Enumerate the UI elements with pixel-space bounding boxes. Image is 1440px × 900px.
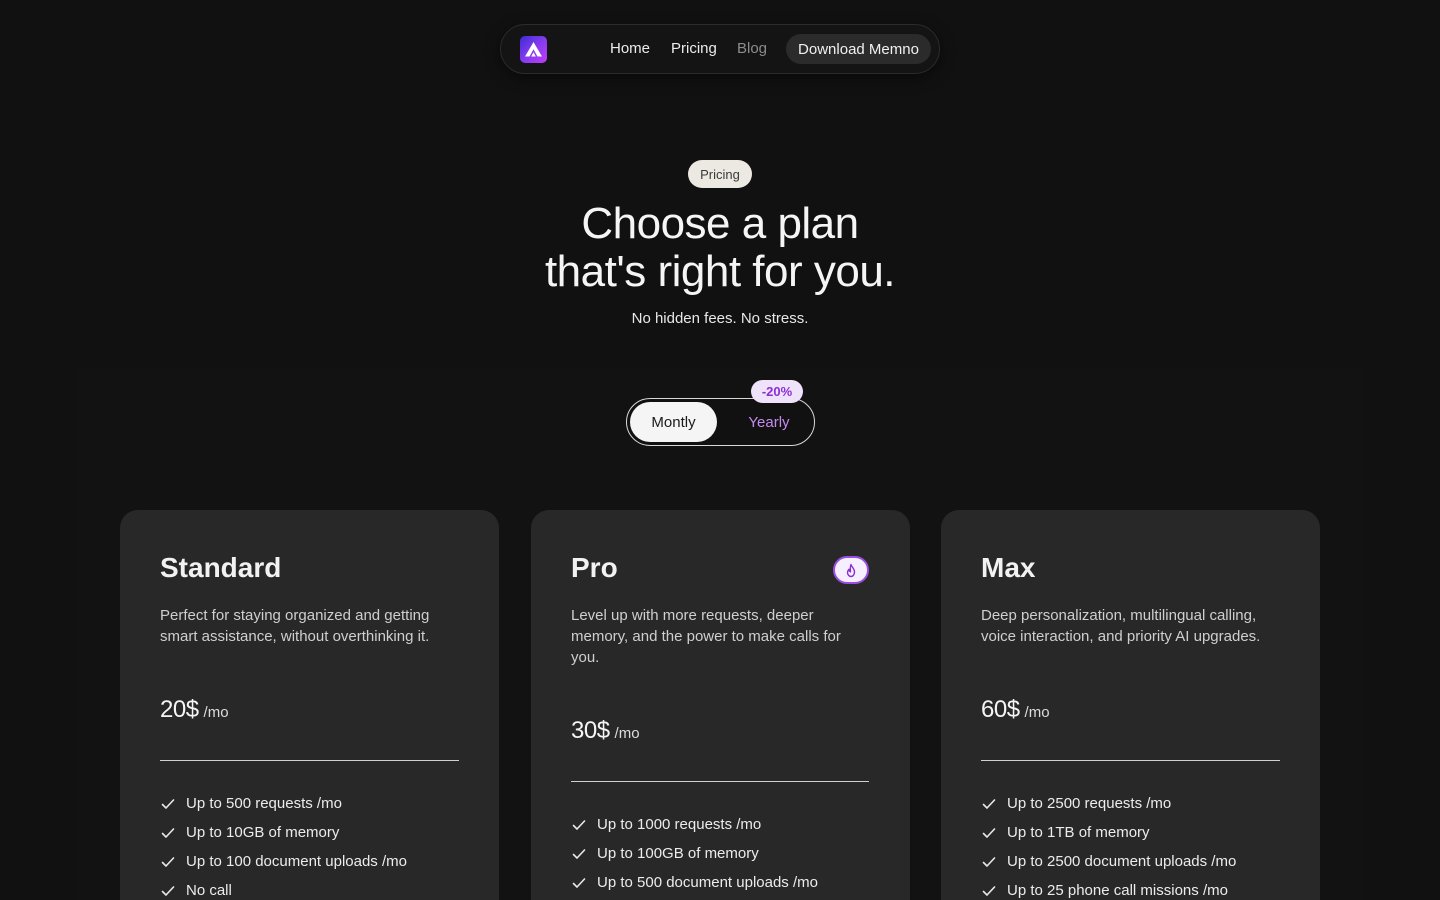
plan-feature: Up to 500 document uploads /mo xyxy=(571,868,818,897)
plan-description: Perfect for staying organized and gettin… xyxy=(160,607,430,645)
plan-name: Max xyxy=(981,552,1036,583)
plan-price-row: 20$ /mo xyxy=(160,696,229,724)
check-icon xyxy=(571,875,587,891)
plan-feature: Up to 10GB of memory xyxy=(160,818,407,847)
plan-name: Pro xyxy=(571,552,618,583)
plan-feature: Up to 1000 requests /mo xyxy=(571,810,818,839)
plan-feature-text: Up to 10GB of memory xyxy=(186,824,340,841)
plan-card-pro: Pro Level up with more requests, deeper … xyxy=(531,510,910,900)
page-title: Choose a plan that's right for you. xyxy=(0,200,1440,296)
plan-card-standard: Standard Perfect for staying organized a… xyxy=(120,510,499,900)
nav-link-blog[interactable]: Blog xyxy=(737,40,767,57)
plan-feature-text: Up to 25 phone call missions /mo xyxy=(1007,882,1228,899)
page-title-line1: Choose a plan xyxy=(581,199,859,248)
plan-price-period: /mo xyxy=(1024,704,1050,721)
billing-monthly-button[interactable]: Montly xyxy=(630,402,717,442)
discount-badge: -20% xyxy=(751,380,803,403)
plan-feature: Up to 2500 document uploads /mo xyxy=(981,847,1236,876)
plan-price-row: 30$ /mo xyxy=(571,717,640,745)
plan-divider xyxy=(571,781,869,782)
page-title-line2: that's right for you. xyxy=(544,247,896,296)
check-icon xyxy=(571,846,587,862)
check-icon xyxy=(160,796,176,812)
plan-price: 60$ xyxy=(981,696,1020,723)
plan-feature: Up to 25 phone call missions /mo xyxy=(981,876,1236,900)
plan-divider xyxy=(981,760,1280,761)
plan-feature-text: Up to 100GB of memory xyxy=(597,845,759,862)
plan-feature-text: Up to 1000 requests /mo xyxy=(597,816,762,833)
plan-feature-text: Up to 500 requests /mo xyxy=(186,795,342,812)
check-icon xyxy=(571,817,587,833)
plan-description: Level up with more requests, deeper memo… xyxy=(571,607,841,666)
check-icon xyxy=(981,883,997,899)
check-icon xyxy=(160,883,176,899)
page-subtitle: No hidden fees. No stress. xyxy=(631,310,809,327)
plan-card-max: Max Deep personalization, multilingual c… xyxy=(941,510,1320,900)
plan-feature: Up to 100GB of memory xyxy=(571,839,818,868)
check-icon xyxy=(981,825,997,841)
check-icon xyxy=(160,825,176,841)
memno-logo-icon[interactable] xyxy=(520,36,547,63)
plan-feature: Up to 500 requests /mo xyxy=(160,789,407,818)
top-nav: Home Pricing Blog Download Memno xyxy=(500,24,940,74)
plan-feature: Up to 2500 requests /mo xyxy=(981,789,1236,818)
plan-feature-text: Up to 2500 requests /mo xyxy=(1007,795,1172,812)
plan-feature-text: Up to 500 document uploads /mo xyxy=(597,874,818,891)
flame-icon xyxy=(833,556,869,584)
plan-feature-list: Up to 500 requests /mo Up to 10GB of mem… xyxy=(160,789,407,900)
plan-feature-text: Up to 100 document uploads /mo xyxy=(186,853,407,870)
plan-price-row: 60$ /mo xyxy=(981,696,1050,724)
pricing-pill: Pricing xyxy=(688,160,752,188)
plan-feature-list: Up to 1000 requests /mo Up to 100GB of m… xyxy=(571,810,818,897)
plan-feature-text: No call xyxy=(186,882,232,899)
nav-link-home[interactable]: Home xyxy=(610,40,650,57)
check-icon xyxy=(160,854,176,870)
check-icon xyxy=(981,796,997,812)
plan-feature: Up to 100 document uploads /mo xyxy=(160,847,407,876)
plan-price-period: /mo xyxy=(614,725,640,742)
plan-feature-text: Up to 2500 document uploads /mo xyxy=(1007,853,1237,870)
plan-description: Deep personalization, multilingual calli… xyxy=(981,607,1261,645)
check-icon xyxy=(981,854,997,870)
plan-divider xyxy=(160,760,459,761)
billing-yearly-button[interactable]: Yearly xyxy=(727,402,811,442)
plan-price: 30$ xyxy=(571,717,610,744)
plan-price-period: /mo xyxy=(203,704,229,721)
plan-feature: Up to 1TB of memory xyxy=(981,818,1236,847)
download-button[interactable]: Download Memno xyxy=(786,34,931,64)
pricing-page: Home Pricing Blog Download Memno Pricing… xyxy=(0,0,1440,900)
billing-toggle: Montly Yearly xyxy=(626,398,815,446)
plan-price: 20$ xyxy=(160,696,199,723)
plan-name: Standard xyxy=(160,552,282,583)
plan-feature-list: Up to 2500 requests /mo Up to 1TB of mem… xyxy=(981,789,1236,900)
nav-link-pricing[interactable]: Pricing xyxy=(671,40,717,57)
plan-feature-text: Up to 1TB of memory xyxy=(1007,824,1150,841)
plan-feature: No call xyxy=(160,876,407,900)
